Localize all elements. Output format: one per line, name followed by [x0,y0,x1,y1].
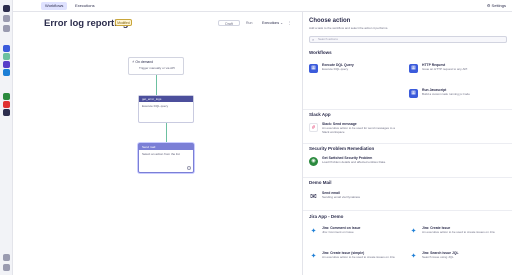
settings-button[interactable]: ⚙ Settings [487,2,506,10]
app-icon-5[interactable] [3,109,10,116]
action-jira-search-issue-jql[interactable]: ✦ Jira: Search issue JQL Search issue us… [409,251,504,269]
jira-icon: ✦ [409,227,418,236]
action-desc: Load Problem details and affected entiti… [322,160,386,164]
divider [303,109,512,110]
top-bar: Workflows Executions ⚙ Settings [13,0,512,12]
connector [166,123,167,143]
apps-grid-icon[interactable] [3,25,10,32]
app-window: Workflows Executions ⚙ Settings Error lo… [0,0,512,275]
grid-icon: ▦ [309,64,318,73]
workflow-node-2[interactable]: Send mail Select an action from the list [138,143,194,173]
node2-desc: Select an action from the list [142,152,180,156]
search-icon: ⌕ [312,37,315,42]
grid-icon: ▦ [409,64,418,73]
slack-icon: # [309,123,318,132]
panel-subtitle: Add a task to the workflow and select th… [309,26,389,30]
app-icon-4[interactable] [3,101,10,108]
mail-icon: ✉ [309,192,318,201]
jira-icon: ✦ [409,252,418,261]
run-button[interactable]: Run [246,20,252,26]
app-icon-1[interactable] [3,53,10,60]
section-jira-app-demo: Jira App - Demo [309,214,344,219]
action-execute-dql-query[interactable]: ▦ Execute DQL Query Execute DQL query [309,63,404,81]
section-workflows: Workflows [309,50,332,55]
app-icon-2[interactable] [3,69,10,76]
action-desc: An executive action to be used for send … [322,126,395,134]
executions-dropdown[interactable]: Executions ⌄ [262,20,283,26]
choose-action-panel: Choose action Add a task to the workflow… [302,12,512,275]
grid-icon: ▦ [409,89,418,98]
section-demo-mail: Demo Mail [309,180,332,185]
search-icon[interactable] [3,15,10,22]
action-http-request[interactable]: ▦ HTTP Request Issue an HTTP request to … [409,63,504,81]
chevron-down-icon: ⌄ [280,21,284,25]
action-slack-send-message[interactable]: # Slack: Send message An executive actio… [309,122,404,140]
more-options-icon[interactable]: ⋮ [288,20,292,26]
action-desc: Sending email via Dynatrace [322,195,361,199]
settings-label: Settings [491,3,506,8]
action-desc: Search issue using JQL [422,255,454,259]
trigger-node[interactable]: ⚡ On demand Trigger manually or via API [128,57,184,75]
app-icon-3[interactable] [3,93,10,100]
action-desc: Build a custom task running js Code [422,92,470,96]
executions-label: Executions [262,21,280,25]
action-desc: Execute DQL query [322,67,349,71]
action-jira-comment-on-issue[interactable]: ✦ Jira: Comment on Issue Jira: Comment o… [309,226,404,244]
workflow-canvas[interactable]: ⚡ On demand Trigger manually or via API … [30,32,272,275]
tab-workflows[interactable]: Workflows [41,2,68,10]
app-launcher-icon[interactable] [3,45,10,52]
divider [303,177,512,178]
help-icon[interactable] [3,254,10,261]
action-jira-create-issue-simple[interactable]: ✦ Jira: Create issue (simple) An executi… [309,251,404,269]
section-slack-app: Slack App [309,112,331,117]
left-rail [0,0,13,275]
action-get-switched-security-problem[interactable]: ◉ Get Switched Security Problem Load Pro… [309,156,404,174]
action-desc: An executive action to be used to create… [422,230,495,234]
node-status-icon [187,166,191,170]
status-badge: Modified [115,19,132,26]
draft-button[interactable]: Draft [218,20,240,26]
user-icon[interactable] [3,264,10,271]
tab-executions[interactable]: Executions [71,2,99,10]
security-icon: ◉ [309,157,318,166]
node1-desc: Execute DQL query [142,104,169,108]
panel-title: Choose action [309,18,351,24]
action-desc: Jira: Comment on Issue [322,230,354,234]
search-input[interactable]: ⌕ Search actions [309,36,507,43]
section-security-problem-remediation: Security Problem Remediation [309,146,375,151]
action-run-javascript[interactable]: ▦ Run Javascript Build a custom task run… [409,88,504,106]
workflows-app-icon[interactable] [3,61,10,68]
trigger-desc: Trigger manually or via API [139,66,175,70]
dynatrace-logo-icon[interactable] [3,5,10,12]
jira-icon: ✦ [309,227,318,236]
divider [303,143,512,144]
divider [303,210,512,211]
action-jira-create-issue[interactable]: ✦ Jira: Create Issue An executive action… [409,226,504,244]
trigger-title: On demand [135,60,154,64]
connector [156,75,157,95]
search-placeholder: Search actions [318,37,338,41]
action-desc: An executive action to be used to create… [322,255,395,259]
workflow-node-1[interactable]: get_error_logs Execute DQL query [138,95,194,123]
jira-icon: ✦ [309,252,318,261]
action-send-email[interactable]: ✉ Send email Sending email via Dynatrace [309,191,404,209]
action-desc: Issue an HTTP request to any API [422,67,468,71]
